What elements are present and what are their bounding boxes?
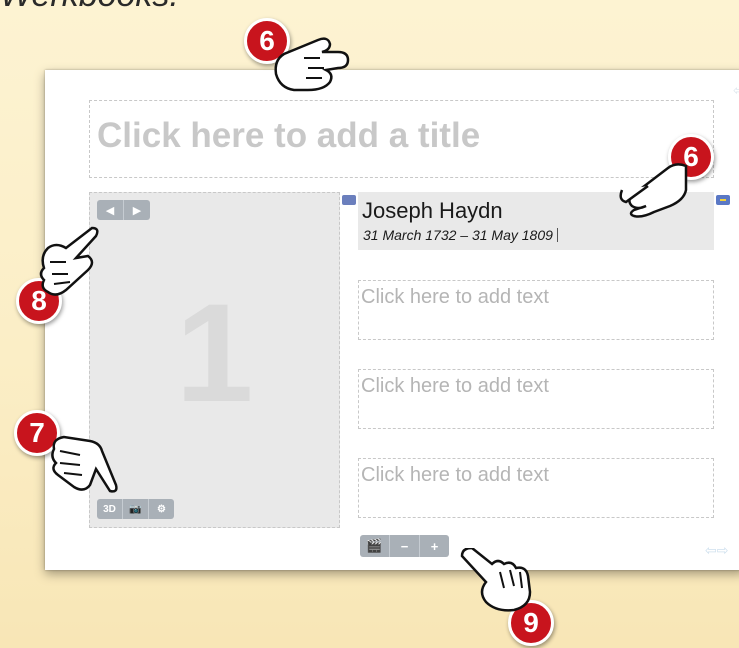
corner-arrow-icon: ⇦ — [733, 82, 739, 98]
add-text-box-button[interactable]: + — [420, 535, 449, 557]
text-placeholder-label: Click here to add text — [361, 286, 549, 308]
caption-dates-text: 31 March 1732 – 31 May 1809 — [363, 227, 553, 243]
keyboard-icon[interactable] — [342, 195, 356, 205]
media-panel[interactable]: 1 ◀ ▶ 3D 📷 ⚙ — [89, 192, 340, 528]
next-image-button[interactable]: ▶ — [124, 200, 150, 220]
pointing-hand-icon — [51, 435, 118, 493]
camera-icon[interactable]: 📷 — [123, 499, 149, 519]
clapperboard-icon[interactable]: 🎬 — [360, 535, 390, 557]
text-placeholder-3[interactable]: Click here to add text — [358, 458, 714, 518]
caption-name: Joseph Haydn — [362, 198, 503, 223]
text-placeholder-label: Click here to add text — [361, 375, 549, 397]
text-placeholder-label: Click here to add text — [361, 464, 549, 486]
page-heading: Werkbooks. — [0, 0, 179, 15]
slide-canvas: ⇦ Click here to add a title 1 ◀ ▶ 3D 📷 ⚙… — [45, 70, 739, 570]
pointing-hand-icon — [619, 163, 688, 218]
text-placeholder-2[interactable]: Click here to add text — [358, 369, 714, 429]
minimize-icon[interactable] — [716, 195, 730, 205]
title-placeholder-text: Click here to add a title — [97, 116, 481, 155]
media-tool-buttons: 3D 📷 ⚙ — [97, 499, 174, 519]
pointing-hand-icon — [274, 37, 350, 92]
pointing-hand-icon — [460, 548, 532, 612]
text-tool-buttons: 🎬 − + — [360, 535, 449, 557]
caption-dates: 31 March 1732 – 31 May 1809 — [363, 227, 558, 243]
text-placeholder-1[interactable]: Click here to add text — [358, 280, 714, 340]
remove-text-box-button[interactable]: − — [390, 535, 420, 557]
prev-image-button[interactable]: ◀ — [97, 200, 124, 220]
slide-number: 1 — [175, 274, 254, 431]
media-nav-buttons: ◀ ▶ — [97, 200, 150, 220]
slide-nav-arrows-icon[interactable]: ⇦⇨ — [705, 542, 728, 559]
pointing-hand-icon — [39, 226, 99, 296]
text-cursor — [556, 228, 558, 242]
film-reel-icon[interactable]: ⚙ — [149, 499, 174, 519]
3d-model-button[interactable]: 3D — [97, 499, 123, 519]
